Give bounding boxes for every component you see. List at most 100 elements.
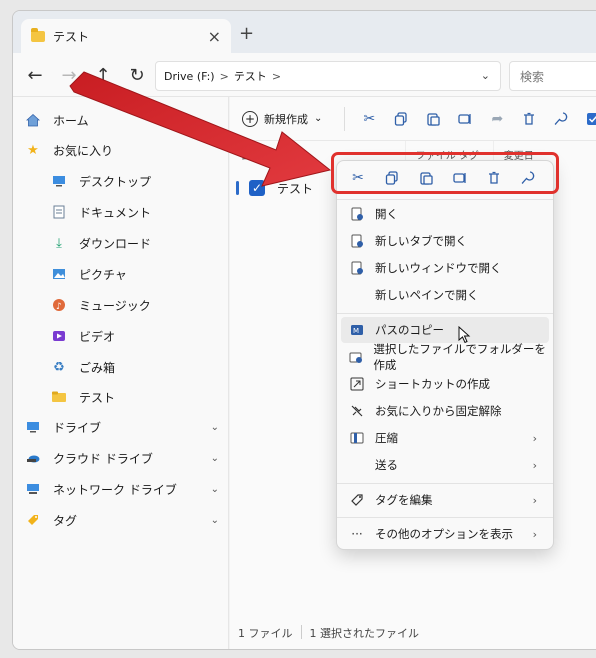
up-button[interactable]: ↑ <box>89 61 117 89</box>
tag-icon <box>25 512 41 528</box>
chevron-right-icon: › <box>532 493 537 507</box>
highlight-box <box>331 152 559 194</box>
menu-item-compress[interactable]: 圧縮 › <box>341 425 549 451</box>
menu-item-edit-tags[interactable]: タグを編集 › <box>341 487 549 513</box>
sidebar-item-network-drives[interactable]: ネットワーク ドライブ ⌄ <box>13 474 229 504</box>
menu-item-open[interactable]: 開く <box>341 201 549 227</box>
menu-divider <box>337 483 553 484</box>
menu-item-open-new-tab[interactable]: 新しいタブで開く <box>341 228 549 254</box>
sidebar-item-cloud-drives[interactable]: クラウド ドライブ ⌄ <box>13 443 229 473</box>
menu-item-open-new-window[interactable]: 新しいウィンドウで開く <box>341 255 549 281</box>
menu-item-more-options[interactable]: ··· その他のオプションを表示 › <box>341 521 549 547</box>
sidebar-item-desktop[interactable]: デスクトップ <box>13 166 229 196</box>
rename-icon[interactable] <box>449 105 481 133</box>
sidebar-item-drives[interactable]: ドライブ ⌄ <box>13 412 229 442</box>
delete-icon[interactable] <box>513 105 545 133</box>
chevron-down-icon[interactable]: ⌄ <box>211 515 219 526</box>
menu-item-label: 新しいタブで開く <box>375 234 467 248</box>
shortcut-icon <box>349 376 365 392</box>
chevron-down-icon[interactable]: ⌄ <box>211 453 219 464</box>
new-button-label: 新規作成 <box>264 112 308 126</box>
sidebar-item-documents[interactable]: ドキュメント <box>13 197 229 227</box>
document-icon <box>51 204 67 220</box>
address-dropdown-icon[interactable]: ⌄ <box>481 69 490 82</box>
mouse-cursor-icon <box>458 326 471 344</box>
copy-path-icon: M <box>349 322 365 338</box>
home-icon <box>25 112 41 128</box>
menu-item-create-shortcut[interactable]: ショートカットの作成 <box>341 371 549 397</box>
open-icon <box>349 206 365 222</box>
sidebar-item-label: ごみ箱 <box>79 360 116 375</box>
svg-text:♪: ♪ <box>56 302 62 312</box>
menu-item-open-new-pane[interactable]: 新しいペインで開く <box>341 282 549 308</box>
cut-icon[interactable]: ✂ <box>353 105 385 133</box>
folder-icon <box>31 27 45 42</box>
breadcrumb-separator: > <box>219 69 229 83</box>
new-tab-button[interactable]: + <box>239 23 254 44</box>
checkbox-checked-icon[interactable]: ✓ <box>249 180 265 196</box>
selection-indicator <box>236 181 239 195</box>
menu-item-label: 新しいウィンドウで開く <box>375 261 502 275</box>
download-icon: ⤓ <box>56 235 62 251</box>
refresh-button[interactable]: ↻ <box>123 61 151 89</box>
recycle-bin-icon: ♻ <box>53 359 65 375</box>
sidebar-item-music[interactable]: ♪ ミュージック <box>13 290 229 320</box>
menu-item-copy-path[interactable]: M パスのコピー <box>341 317 549 343</box>
search-input[interactable]: 検索 <box>509 61 596 91</box>
context-menu: ✂ 開く 新しいタブで開く 新しいウィンドウで開く 新しいペインで開く M パス… <box>336 160 554 550</box>
sidebar-item-label: ドキュメント <box>79 205 152 220</box>
breadcrumb-separator[interactable]: > <box>272 70 281 83</box>
command-bar: + 新規作成 ⌄ ✂ ➦ <box>230 97 596 141</box>
menu-item-label: お気に入りから固定解除 <box>375 404 502 418</box>
folder-icon <box>51 389 67 405</box>
new-button[interactable]: + 新規作成 ⌄ <box>242 110 322 127</box>
tag-icon <box>349 492 365 508</box>
breadcrumb-drive[interactable]: Drive (F:) <box>164 70 215 83</box>
tab-test[interactable]: テスト × <box>21 19 231 53</box>
share-icon[interactable]: ➦ <box>481 105 513 133</box>
sidebar-item-downloads[interactable]: ⤓ ダウンロード <box>13 228 229 258</box>
close-tab-icon[interactable]: × <box>208 27 221 46</box>
sidebar-item-label: タグ <box>53 513 78 528</box>
menu-divider <box>337 199 553 200</box>
sidebar-item-videos[interactable]: ビデオ <box>13 321 229 351</box>
paste-icon[interactable] <box>417 105 449 133</box>
chevron-down-icon[interactable]: ⌄ <box>211 422 219 433</box>
file-name: テスト <box>277 181 314 196</box>
forward-button[interactable]: → <box>55 61 83 89</box>
plus-icon: + <box>242 110 258 127</box>
chevron-right-icon: › <box>532 431 537 445</box>
file-row[interactable]: ✓ テスト <box>236 173 336 203</box>
sidebar-item-home[interactable]: ホーム <box>13 105 229 135</box>
menu-item-label: パスのコピー <box>375 323 444 337</box>
menu-item-label: 送る <box>375 458 398 472</box>
status-bar: 1 ファイル 1 選択されたファイル <box>238 625 419 641</box>
back-button[interactable]: ← <box>21 61 49 89</box>
new-folder-icon <box>349 349 363 365</box>
sidebar-item-recycle-bin[interactable]: ♻ ごみ箱 <box>13 352 229 382</box>
menu-item-unpin-favorites[interactable]: お気に入りから固定解除 <box>341 398 549 424</box>
network-drive-icon <box>25 481 41 497</box>
svg-text:M: M <box>353 327 359 335</box>
breadcrumb-folder[interactable]: テスト <box>234 68 267 84</box>
sidebar-item-label: クラウド ドライブ <box>53 451 153 466</box>
menu-item-label: 新しいペインで開く <box>375 288 479 302</box>
menu-item-label: 圧縮 <box>375 431 398 445</box>
select-icon[interactable] <box>577 105 596 133</box>
video-icon <box>51 328 67 344</box>
menu-item-send-to[interactable]: 送る › <box>341 452 549 478</box>
address-bar[interactable]: Drive (F:) > テスト > ⌄ <box>155 61 501 91</box>
copy-icon[interactable] <box>385 105 417 133</box>
menu-item-label: その他のオプションを表示 <box>375 527 513 541</box>
sidebar-item-pictures[interactable]: ピクチャ <box>13 259 229 289</box>
chevron-down-icon[interactable]: ⌄ <box>211 484 219 495</box>
compress-icon <box>349 430 365 446</box>
sidebar-item-label: ミュージック <box>79 298 151 313</box>
sidebar-item-tags[interactable]: タグ ⌄ <box>13 505 229 535</box>
properties-icon[interactable] <box>545 105 577 133</box>
cloud-drive-icon <box>25 450 41 466</box>
status-selected: 1 選択されたファイル <box>309 627 420 640</box>
menu-item-create-folder[interactable]: 選択したファイルでフォルダーを作成 <box>341 342 549 372</box>
sidebar-item-test[interactable]: テスト <box>13 382 229 412</box>
sidebar-item-favorites[interactable]: ★ お気に入り <box>13 135 229 165</box>
